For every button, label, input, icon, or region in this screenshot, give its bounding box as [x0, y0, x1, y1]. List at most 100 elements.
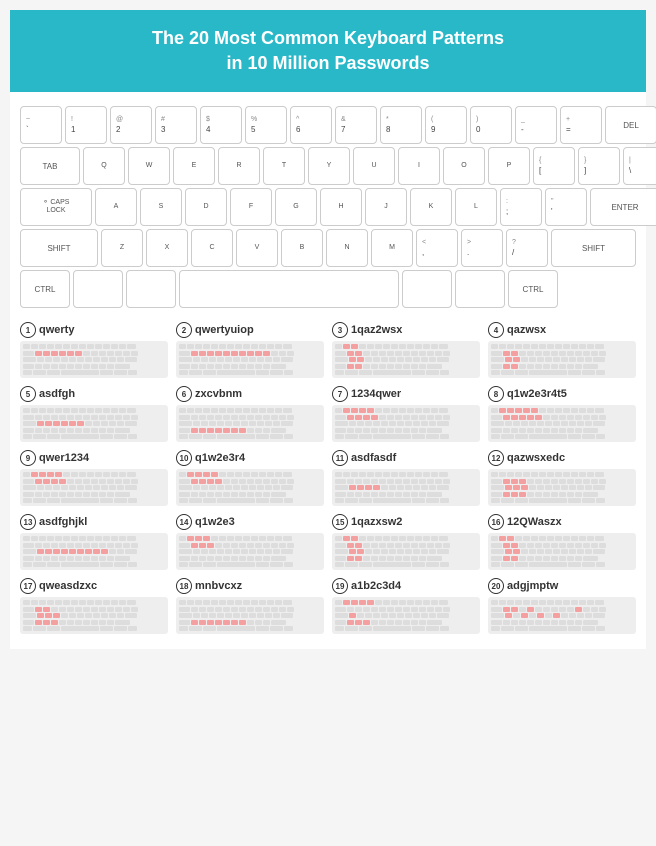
- keyboard: ~` !1 @2 #3 $4 %5 ^6 &7 *8 (9 )0 _- += D…: [10, 106, 646, 308]
- pattern-16-num: 16: [488, 514, 504, 530]
- key-alt: [126, 270, 176, 308]
- pattern-15-label: 15 1qazxsw2: [332, 514, 480, 530]
- pattern-19-keyboard: [332, 597, 480, 634]
- pattern-2-label: 2 qwertyuiop: [176, 322, 324, 338]
- key-d: D: [185, 188, 227, 226]
- pattern-20-num: 20: [488, 578, 504, 594]
- pattern-19-num: 19: [332, 578, 348, 594]
- key-b: B: [281, 229, 323, 267]
- pattern-14-num: 14: [176, 514, 192, 530]
- pattern-6-label: 6 zxcvbnm: [176, 386, 324, 402]
- key-h: H: [320, 188, 362, 226]
- key-5: %5: [245, 106, 287, 144]
- pattern-7-name: 1234qwer: [351, 388, 401, 400]
- pattern-9-name: qwer1234: [39, 452, 89, 464]
- pattern-17-name: qweasdzxc: [39, 580, 97, 592]
- pattern-18-name: mnbvcxz: [195, 580, 242, 592]
- pattern-5-label: 5 asdfgh: [20, 386, 168, 402]
- pattern-8: 8 q1w2e3r4t5: [488, 386, 636, 442]
- pattern-6-name: zxcvbnm: [195, 388, 242, 400]
- pattern-4-keyboard: [488, 341, 636, 378]
- key-semicolon: :;: [500, 188, 542, 226]
- key-f: F: [230, 188, 272, 226]
- pattern-1-num: 1: [20, 322, 36, 338]
- key-l: L: [455, 188, 497, 226]
- pattern-18: 18 mnbvcxz: [176, 578, 324, 634]
- key-period: >.: [461, 229, 503, 267]
- key-q: Q: [83, 147, 125, 185]
- pattern-12-keyboard: [488, 469, 636, 506]
- pattern-3-name: 1qaz2wsx: [351, 324, 402, 336]
- header-line1: The 20 Most Common Keyboard Patterns: [30, 26, 626, 51]
- kb-row-zxcv: SHIFT Z X C V B N M <, >. ?/ SHIFT: [20, 229, 636, 267]
- pattern-14-label: 14 q1w2e3: [176, 514, 324, 530]
- pattern-2-keyboard: [176, 341, 324, 378]
- key-ctrl-r: CTRL: [508, 270, 558, 308]
- key-y: Y: [308, 147, 350, 185]
- pattern-15-name: 1qazxsw2: [351, 516, 402, 528]
- pattern-4-label: 4 qazwsx: [488, 322, 636, 338]
- key-backtick: ~`: [20, 106, 62, 144]
- pattern-4-name: qazwsx: [507, 324, 546, 336]
- pattern-14-keyboard: [176, 533, 324, 570]
- page-header: The 20 Most Common Keyboard Patterns in …: [10, 10, 646, 92]
- pattern-20: 20 adgjmptw: [488, 578, 636, 634]
- pattern-10-keyboard: [176, 469, 324, 506]
- pattern-1-label: 1 qwerty: [20, 322, 168, 338]
- key-minus: _-: [515, 106, 557, 144]
- pattern-12-num: 12: [488, 450, 504, 466]
- pattern-14: 14 q1w2e3: [176, 514, 324, 570]
- pattern-18-label: 18 mnbvcxz: [176, 578, 324, 594]
- key-c: C: [191, 229, 233, 267]
- pattern-13-label: 13 asdfghjkl: [20, 514, 168, 530]
- pattern-3-num: 3: [332, 322, 348, 338]
- pattern-11-num: 11: [332, 450, 348, 466]
- key-tab: TAB: [20, 147, 80, 185]
- pattern-2-name: qwertyuiop: [195, 324, 254, 336]
- pattern-8-num: 8: [488, 386, 504, 402]
- pattern-3: 3 1qaz2wsx: [332, 322, 480, 378]
- key-bracket-l: {[: [533, 147, 575, 185]
- key-9: (9: [425, 106, 467, 144]
- pattern-17-label: 17 qweasdzxc: [20, 578, 168, 594]
- pattern-20-keyboard: [488, 597, 636, 634]
- pattern-7: 7 1234qwer: [332, 386, 480, 442]
- pattern-16-keyboard: [488, 533, 636, 570]
- key-i: I: [398, 147, 440, 185]
- key-j: J: [365, 188, 407, 226]
- pattern-12-label: 12 qazwsxedc: [488, 450, 636, 466]
- pattern-6: 6 zxcvbnm: [176, 386, 324, 442]
- key-2: @2: [110, 106, 152, 144]
- pattern-9-label: 9 qwer1234: [20, 450, 168, 466]
- key-s: S: [140, 188, 182, 226]
- key-3: #3: [155, 106, 197, 144]
- key-space: [179, 270, 399, 308]
- pattern-5: 5 asdfgh: [20, 386, 168, 442]
- key-backslash: |\: [623, 147, 656, 185]
- key-shift-r: SHIFT: [551, 229, 636, 267]
- pattern-17: 17 qweasdzxc: [20, 578, 168, 634]
- pattern-19-label: 19 a1b2c3d4: [332, 578, 480, 594]
- key-enter: ENTER: [590, 188, 656, 226]
- key-r: R: [218, 147, 260, 185]
- key-m: M: [371, 229, 413, 267]
- key-n: N: [326, 229, 368, 267]
- pattern-15-num: 15: [332, 514, 348, 530]
- pattern-12: 12 qazwsxedc: [488, 450, 636, 506]
- pattern-10-num: 10: [176, 450, 192, 466]
- key-6: ^6: [290, 106, 332, 144]
- key-0: )0: [470, 106, 512, 144]
- pattern-13: 13 asdfghjkl: [20, 514, 168, 570]
- key-win: [73, 270, 123, 308]
- key-7: &7: [335, 106, 377, 144]
- key-comma: <,: [416, 229, 458, 267]
- pattern-3-label: 3 1qaz2wsx: [332, 322, 480, 338]
- kb-row-qwerty: TAB Q W E R T Y U I O P {[ }] |\: [20, 147, 636, 185]
- pattern-1-keyboard: [20, 341, 168, 378]
- pattern-16-name: 12QWaszx: [507, 516, 562, 528]
- key-t: T: [263, 147, 305, 185]
- pattern-13-name: asdfghjkl: [39, 516, 87, 528]
- pattern-8-label: 8 q1w2e3r4t5: [488, 386, 636, 402]
- pattern-6-num: 6: [176, 386, 192, 402]
- pattern-2-num: 2: [176, 322, 192, 338]
